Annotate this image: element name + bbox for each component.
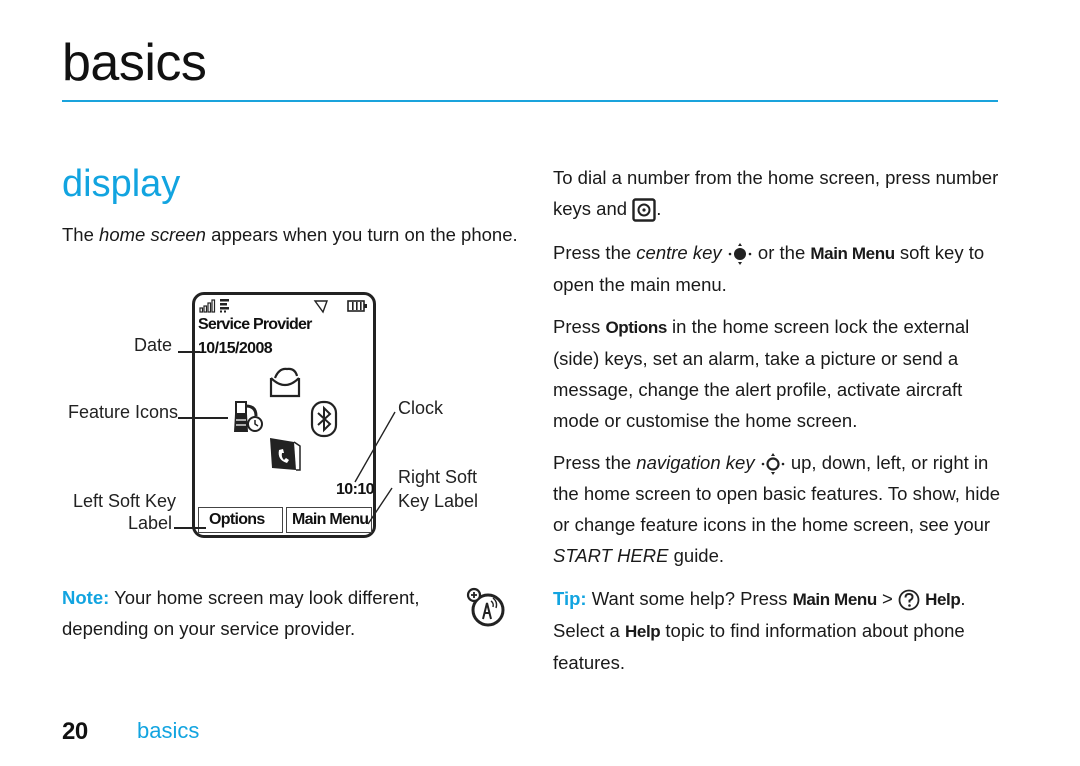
network-dependent-feature-icon [466,587,505,627]
callout-left-soft-key-line2: Label [128,513,173,533]
home-screen-date: 10/15/2008 [198,340,273,357]
footer-chapter-name: basics [137,718,200,743]
bold-term: Help [625,622,661,641]
leader-line-left-soft-key [174,527,206,529]
send-key-icon [632,198,656,222]
text: Want some help? Press [586,588,793,609]
text: > [876,588,898,609]
callout-right-soft-key-line2: Key Label [398,491,479,511]
status-bar [198,298,373,314]
left-soft-key-label[interactable]: Options [198,507,283,533]
note-body: Your home screen may look different, dep… [62,587,420,639]
emphasis: centre key [636,242,722,263]
section-title: display [62,163,181,205]
note-label: Note: [62,587,110,608]
bold-term: Options [605,318,667,337]
intro-text-part: appears when you turn on the phone. [205,224,518,245]
text: . [656,198,662,219]
navigation-key-icon [761,453,785,476]
alert-profile-icon [313,300,328,314]
leader-line-date [178,351,200,353]
help-icon [898,589,920,611]
paragraph-centre-key: Press the centre key or the Main Menu so… [553,237,1003,300]
service-provider-name: Service Provider [198,316,312,333]
note-text: Note: Your home screen may look differen… [62,582,442,644]
text: Press [553,316,606,337]
leader-lines-right [354,411,396,525]
data-connection-icon [220,299,229,313]
callout-date: Date [134,335,173,355]
text: or the [752,242,811,263]
page-number: 20 [62,718,88,745]
paragraph-navigation-key: Press the navigation key up, down, left,… [553,447,1003,571]
callout-feature-icons: Feature Icons [68,402,179,422]
text: guide. [668,545,725,566]
tip-text: Tip: Want some help? Press Main Menu > H… [553,583,1003,678]
bluetooth-icon[interactable] [309,400,339,438]
recent-calls-icon[interactable] [230,400,266,436]
intro-text-part: The [62,224,100,245]
header-divider [62,100,998,102]
tip-label: Tip: [553,588,587,609]
callout-left-soft-key-line1: Left Soft Key [73,491,177,511]
leader-line-feature-icons [178,417,228,419]
paragraph-options: Press Options in the home screen lock th… [553,311,1003,436]
leader-line-right-soft-key [367,487,393,525]
callout-right-soft-key-line1: Right Soft [398,467,478,487]
bold-term: Main Menu [810,244,895,263]
paragraph-dial: To dial a number from the home screen, p… [553,162,1003,224]
bold-term: Help [925,590,961,609]
chapter-title: basics [62,34,207,92]
intro-emphasis: home screen [99,224,206,245]
battery-icon [347,300,367,312]
emphasis: START HERE [553,545,669,566]
text: To dial a number from the home screen, p… [553,167,999,219]
text: Press the [553,242,637,263]
callout-clock: Clock [398,398,444,418]
bold-term: Main Menu [792,590,878,609]
intro-text: The home screen appears when you turn on… [62,222,518,248]
phonebook-icon[interactable] [268,436,302,472]
emphasis: navigation key [636,452,755,473]
messages-icon[interactable] [265,364,305,400]
leader-line-clock [354,411,396,483]
signal-strength-icon [199,299,216,313]
centre-key-icon [728,243,752,266]
text: Press the [553,452,637,473]
